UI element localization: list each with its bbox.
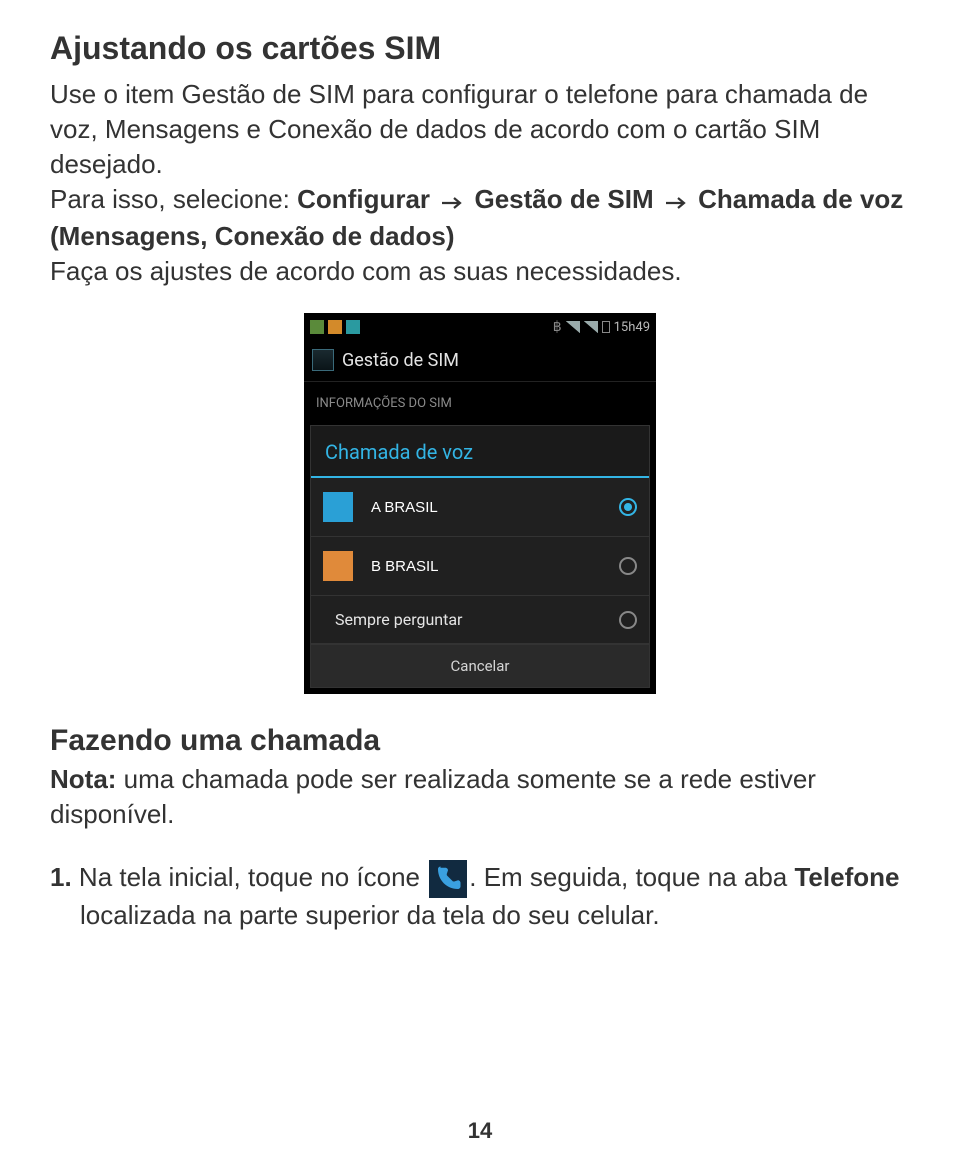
status-icon [328, 320, 342, 334]
p2a: Para isso, selecione: [50, 184, 297, 214]
app-title: Gestão de SIM [342, 350, 459, 371]
note-label: Nota: [50, 764, 116, 794]
status-icon [310, 320, 324, 334]
step-text-d: localizada na parte superior da tela do … [80, 900, 660, 930]
sim-icon [312, 349, 334, 371]
battery-icon [602, 321, 610, 333]
dialog: Chamada de voz x A BRASIL x B BRASIL Sem… [310, 425, 650, 688]
section-title-sim: Ajustando os cartões SIM [50, 30, 910, 67]
sim-square-icon [323, 551, 353, 581]
dialog-title: Chamada de voz [311, 426, 649, 478]
phone-screenshot: ฿ 15h49 Gestão de SIM INFORMAÇÕES DO SIM… [304, 313, 656, 694]
section-body-1: Use o item Gestão de SIM para configurar… [50, 77, 910, 182]
dialog-row-sim-b[interactable]: x B BRASIL [311, 537, 649, 596]
p2b-configurar: Configurar [297, 184, 430, 214]
note-body: uma chamada pode ser realizada somente s… [50, 764, 816, 829]
radio-selected-icon[interactable] [619, 498, 637, 516]
statusbar-right: ฿ 15h49 [553, 319, 650, 335]
step-text-b: . Em seguida, toque na aba [469, 862, 794, 892]
radio-icon[interactable] [619, 611, 637, 629]
p1: Use o item Gestão de SIM para configurar… [50, 79, 868, 179]
row-label: Sempre perguntar [335, 610, 607, 629]
signal-icon [584, 321, 598, 333]
arrow-icon [441, 184, 463, 219]
row-label: A BRASIL [371, 499, 438, 516]
app-header: Gestão de SIM [304, 341, 656, 382]
step-1: 1. Na tela inicial, toque no ícone . Em … [50, 860, 910, 933]
bluetooth-icon: ฿ [553, 319, 562, 335]
section-body-2: Para isso, selecione: Configurar Gestão … [50, 182, 910, 254]
signal-icon [566, 321, 580, 333]
dialog-cancel-button[interactable]: Cancelar [311, 644, 649, 687]
page-number: 14 [0, 1118, 960, 1144]
row-label: B BRASIL [371, 558, 439, 575]
status-icon [346, 320, 360, 334]
section-body-3: Faça os ajustes de acordo com as suas ne… [50, 254, 910, 289]
status-time: 15h49 [614, 320, 650, 335]
statusbar: ฿ 15h49 [304, 313, 656, 341]
radio-icon[interactable] [619, 557, 637, 575]
sim-square-icon [323, 492, 353, 522]
dialog-row-always-ask[interactable]: Sempre perguntar [311, 596, 649, 644]
section-title-call: Fazendo uma chamada [50, 724, 910, 758]
p2c-gestao: Gestão de SIM [475, 184, 654, 214]
phone-screenshot-wrap: ฿ 15h49 Gestão de SIM INFORMAÇÕES DO SIM… [50, 313, 910, 694]
step-text-a: Na tela inicial, toque no ícone [72, 862, 428, 892]
note-line: Nota: uma chamada pode ser realizada som… [50, 762, 910, 832]
statusbar-left [310, 320, 360, 334]
dialog-row-sim-a[interactable]: x A BRASIL [311, 478, 649, 537]
section-label: INFORMAÇÕES DO SIM [304, 382, 656, 419]
step-num: 1. [50, 862, 72, 892]
phone-app-icon [429, 860, 467, 898]
step-telefone: Telefone [794, 862, 899, 892]
arrow-icon [665, 184, 687, 219]
